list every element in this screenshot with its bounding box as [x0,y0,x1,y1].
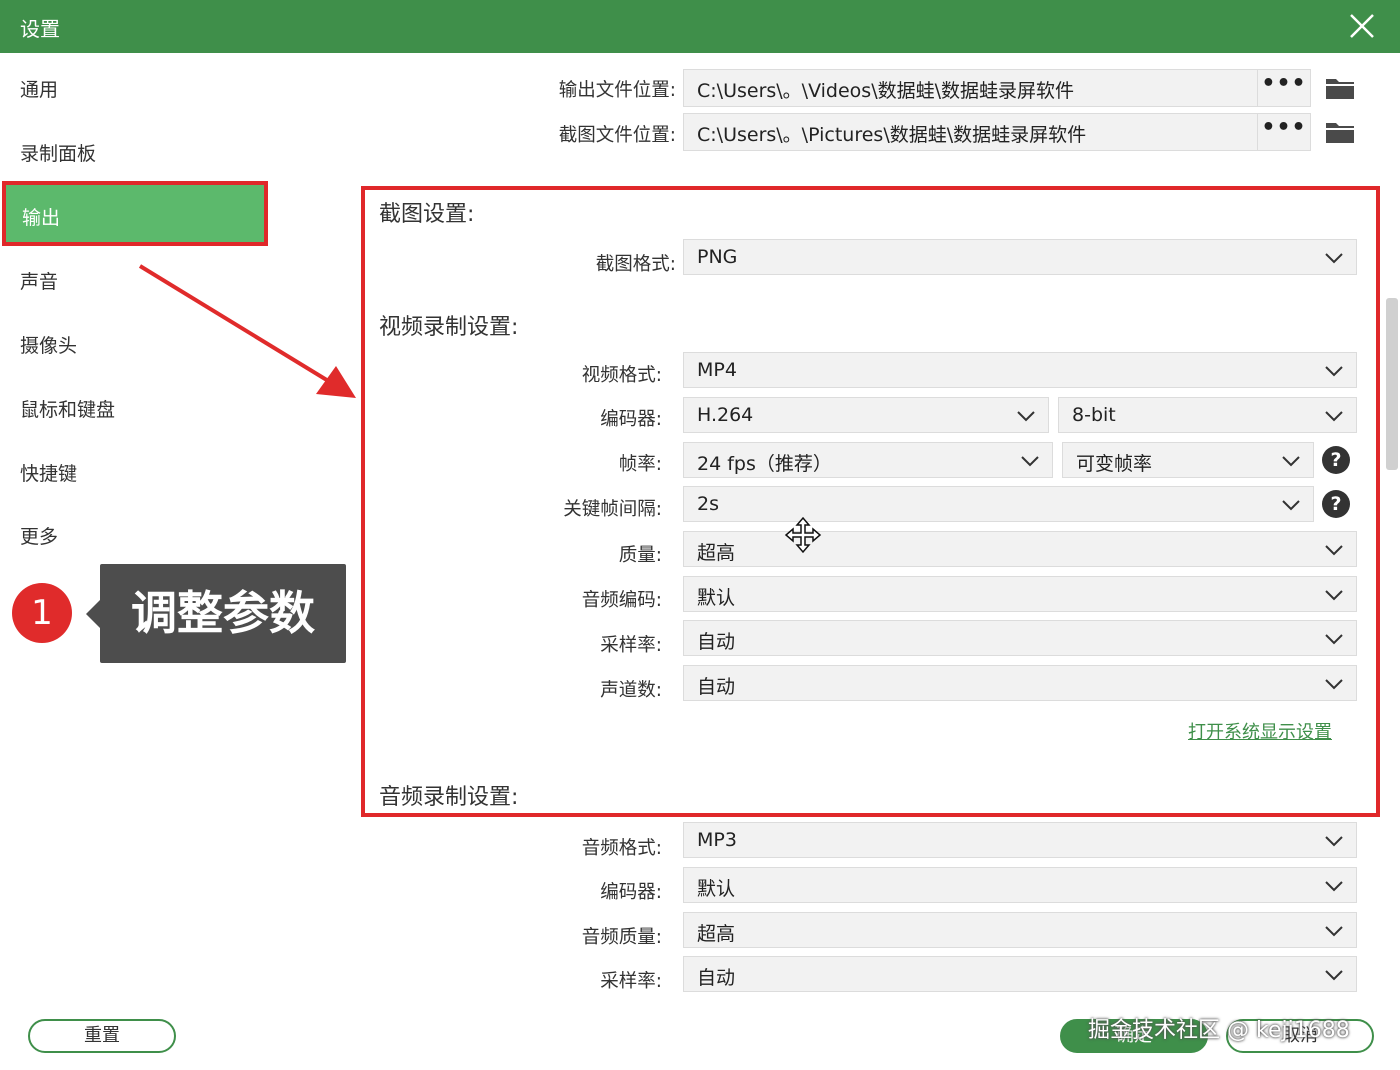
video-settings-title: 视频录制设置: [379,315,519,340]
framerate-select[interactable]: 24 fps（推荐） [683,442,1053,478]
chevron-down-icon [1325,926,1343,937]
chevron-down-icon [1325,970,1343,981]
quality-label: 质量: [618,545,662,566]
screenshot-settings-title: 截图设置: [379,202,475,227]
sidebar-item-label: 摄像头 [20,335,78,357]
output-location-field[interactable]: C:\Users\。\Videos\数据蛙\数据蛙录屏软件 [683,69,1259,107]
channels-value: 自动 [697,676,736,698]
audio-format-select[interactable]: MP3 [683,822,1357,858]
sidebar-item-output[interactable]: 输出 [2,181,268,246]
video-format-select[interactable]: MP4 [683,352,1357,388]
audio-sample-rate-value: 自动 [697,967,736,989]
audio-quality-select[interactable]: 超高 [683,912,1357,948]
annotation-label: 调整参数 [100,564,346,663]
framerate-mode-value: 可变帧率 [1076,453,1153,475]
cancel-button[interactable]: 取消 [1226,1019,1374,1053]
title-bar: 设置 [0,0,1400,53]
channels-label: 声道数: [600,680,662,701]
screenshot-format-select[interactable]: PNG [683,239,1357,275]
scrollbar-thumb[interactable] [1386,298,1398,470]
quality-value: 超高 [697,542,736,564]
bit-depth-value: 8-bit [1072,404,1116,426]
framerate-value: 24 fps（推荐） [697,453,832,475]
move-cursor-icon [784,516,822,554]
sidebar-item-label: 输出 [22,207,61,229]
output-location-value: C:\Users\。\Videos\数据蛙\数据蛙录屏软件 [697,80,1075,102]
video-sample-rate-select[interactable]: 自动 [683,620,1357,656]
audio-sample-rate-label: 采样率: [600,971,662,992]
chevron-down-icon [1325,590,1343,601]
annotation-arrow-icon [138,264,356,398]
keyframe-interval-value: 2s [697,493,719,515]
keyframe-help-icon[interactable]: ? [1322,490,1350,518]
screenshot-browse-button[interactable]: ••• [1257,113,1311,151]
sidebar-item-label: 快捷键 [20,463,78,485]
chevron-down-icon [1325,366,1343,377]
audio-format-value: MP3 [697,829,737,851]
screenshot-location-label: 截图文件位置: [558,125,676,146]
sidebar-item-shortcuts[interactable]: 快捷键 [0,441,268,501]
audio-format-label: 音频格式: [581,838,662,859]
audio-encoder-label: 编码器: [600,882,662,903]
audio-sample-rate-select[interactable]: 自动 [683,956,1357,992]
video-sample-rate-label: 采样率: [600,635,662,656]
sidebar-item-label: 声音 [20,271,59,293]
sidebar-item-label: 鼠标和键盘 [20,399,116,421]
video-encoder-value: H.264 [697,404,754,426]
video-encoder-select[interactable]: H.264 [683,397,1049,433]
audio-encoder-value: 默认 [697,878,736,900]
sidebar-item-record-panel[interactable]: 录制面板 [0,121,268,181]
sidebar-item-more[interactable]: 更多 [0,504,268,564]
audio-codec-select[interactable]: 默认 [683,576,1357,612]
video-format-label: 视频格式: [581,365,662,386]
sidebar-item-label: 更多 [20,526,59,548]
framerate-label: 帧率: [618,454,662,475]
chevron-down-icon [1325,836,1343,847]
chevron-down-icon [1325,634,1343,645]
video-sample-rate-value: 自动 [697,631,736,653]
output-location-label: 输出文件位置: [558,80,676,101]
reset-button[interactable]: 重置 [28,1019,176,1053]
audio-encoder-select[interactable]: 默认 [683,867,1357,903]
sidebar-item-general[interactable]: 通用 [0,57,268,117]
framerate-help-icon[interactable]: ? [1322,446,1350,474]
sidebar-item-label: 通用 [20,79,59,101]
chevron-down-icon [1282,500,1300,511]
output-folder-icon[interactable] [1325,76,1355,100]
screenshot-format-label: 截图格式: [595,254,676,275]
window-title: 设置 [20,17,60,41]
chevron-down-icon [1021,456,1039,467]
audio-settings-title: 音频录制设置: [379,785,519,810]
audio-codec-label: 音频编码: [581,590,662,611]
audio-quality-value: 超高 [697,923,736,945]
output-browse-button[interactable]: ••• [1257,69,1311,107]
sidebar-item-label: 录制面板 [20,143,97,165]
video-format-value: MP4 [697,359,737,381]
framerate-mode-select[interactable]: 可变帧率 [1062,442,1314,478]
chevron-down-icon [1325,679,1343,690]
chevron-down-icon [1325,881,1343,892]
chevron-down-icon [1325,545,1343,556]
open-display-settings-link[interactable]: 打开系统显示设置 [1188,718,1332,744]
annotation-number-badge: 1 [12,583,72,643]
ok-button[interactable]: 确定 [1060,1019,1208,1053]
sidebar: 通用 录制面板 输出 声音 摄像头 鼠标和键盘 快捷键 更多 [0,53,268,1070]
bit-depth-select[interactable]: 8-bit [1058,397,1357,433]
chevron-down-icon [1282,456,1300,467]
chevron-down-icon [1017,411,1035,422]
keyframe-interval-select[interactable]: 2s [683,486,1314,522]
screenshot-format-value: PNG [697,246,738,268]
video-encoder-label: 编码器: [600,409,662,430]
chevron-down-icon [1325,253,1343,264]
chevron-down-icon [1325,411,1343,422]
audio-quality-label: 音频质量: [581,927,662,948]
screenshot-location-value: C:\Users\。\Pictures\数据蛙\数据蛙录屏软件 [697,124,1087,146]
audio-codec-value: 默认 [697,587,736,609]
screenshot-folder-icon[interactable] [1325,120,1355,144]
close-icon[interactable] [1344,8,1380,44]
keyframe-interval-label: 关键帧间隔: [563,499,662,520]
channels-select[interactable]: 自动 [683,665,1357,701]
screenshot-location-field[interactable]: C:\Users\。\Pictures\数据蛙\数据蛙录屏软件 [683,113,1259,151]
